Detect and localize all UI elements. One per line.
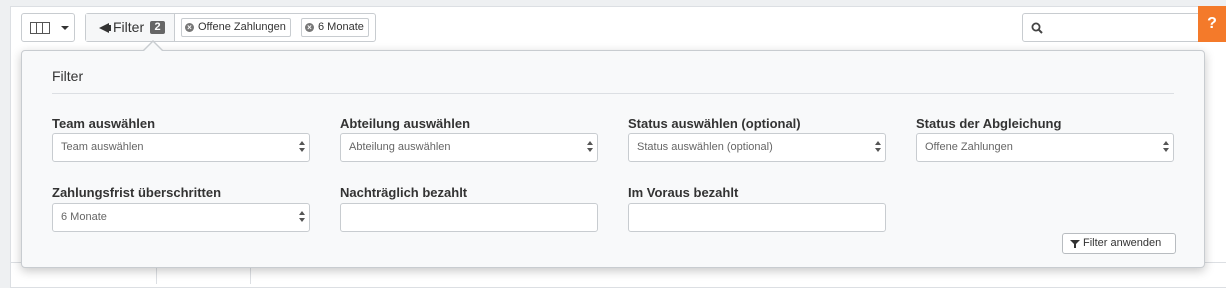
select-arrows-icon [299,211,305,223]
team-select-label: Team auswählen [52,116,156,131]
search-button[interactable] [1022,13,1051,42]
select-arrows-icon [299,141,305,153]
active-filter-label: 6 Monate [318,21,364,33]
paid-late-label: Nachträglich bezahlt [340,185,468,200]
filter-panel: Filter Team auswählen Team auswählen Abt… [21,50,1205,268]
filter-button[interactable]: Filter 2 [86,14,175,41]
help-button[interactable]: ? [1198,6,1226,42]
paid-late-input[interactable] [340,203,598,232]
reconciliation-status-select[interactable]: Offene Zahlungen [916,133,1174,162]
department-select[interactable]: Abteilung auswählen [340,133,598,162]
status-select[interactable]: Status auswählen (optional) [628,133,886,162]
filter-count-badge: 2 [150,21,165,34]
filter-panel-title: Filter [52,68,84,84]
status-select-label: Status auswählen (optional) [628,116,801,131]
department-select-label: Abteilung auswählen [340,116,471,131]
filter-button-label: Filter [113,19,145,35]
chevron-down-icon [61,26,69,30]
search-icon [1031,22,1043,34]
active-filter-chip[interactable]: × Offene Zahlungen [181,18,291,37]
filter-toolbar: Filter 2 × Offene Zahlungen × 6 Monate [85,13,376,42]
columns-icon [30,22,50,34]
active-filter-label: Offene Zahlungen [198,21,286,33]
reconciliation-status-label: Status der Abgleichung [916,116,1062,131]
paid-in-advance-label: Im Voraus bezahlt [628,185,739,200]
apply-filter-button[interactable]: Filter anwenden [1062,233,1176,254]
search-input[interactable] [1050,13,1200,42]
overdue-select-label: Zahlungsfrist überschritten [52,185,222,200]
team-select[interactable]: Team auswählen [52,133,310,162]
remove-circle-icon[interactable]: × [305,23,314,32]
select-arrows-icon [587,141,593,153]
select-arrows-icon [875,141,881,153]
active-filter-chip[interactable]: × 6 Monate [301,18,369,37]
column-toggle-button[interactable] [21,13,75,42]
paid-in-advance-input[interactable] [628,203,886,232]
panel-divider [52,93,1174,94]
overdue-select[interactable]: 6 Monate [52,203,310,232]
select-arrows-icon [1163,141,1169,153]
apply-filter-label: Filter anwenden [1083,237,1162,249]
remove-circle-icon[interactable]: × [185,23,194,32]
